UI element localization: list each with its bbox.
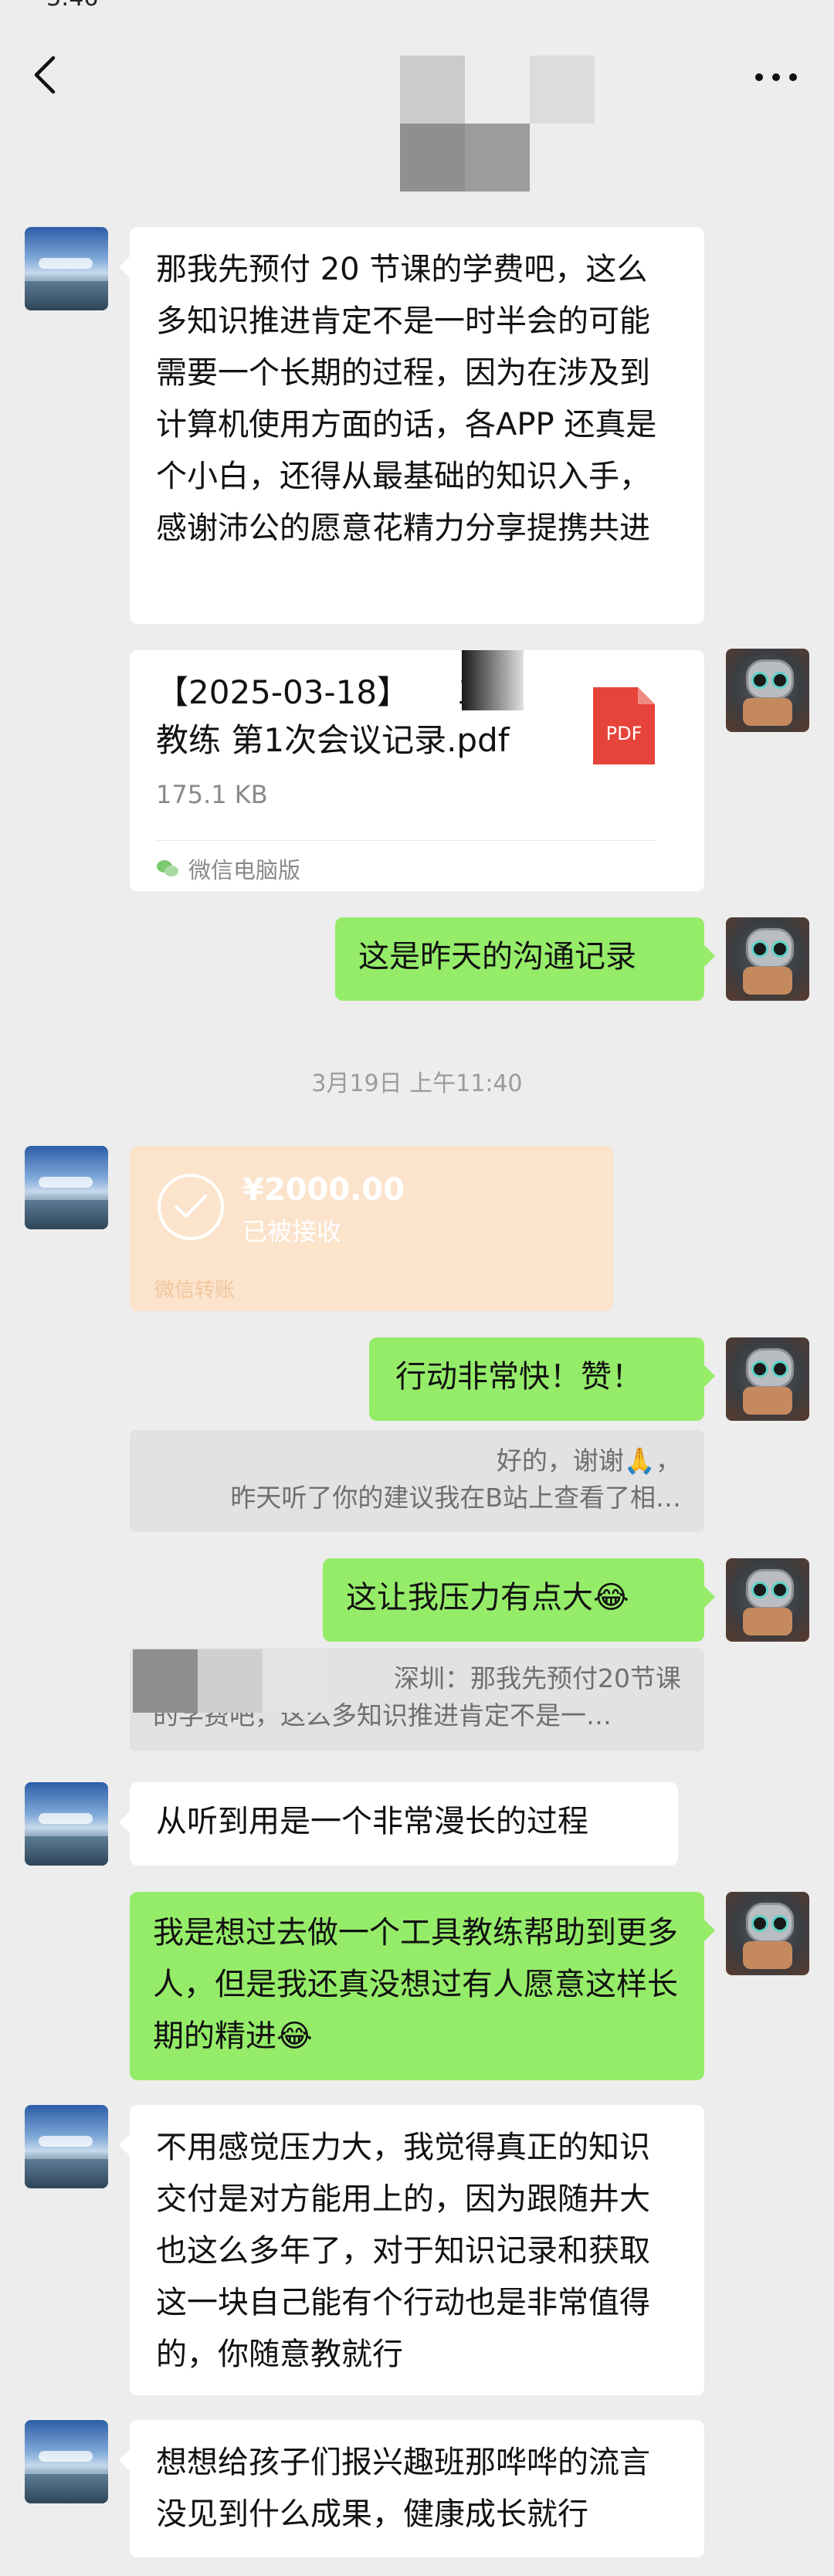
message-bubble-received[interactable]: 想想给孩子们报兴趣班那哗哗的流言没见到什么成果，健康成长就行 <box>119 2420 704 2557</box>
message-bubble-sent[interactable]: 这是昨天的沟通记录 <box>335 917 715 1001</box>
file-source: 微信电脑版 <box>156 852 300 885</box>
time-separator: 3月19日 上午11:40 <box>311 1070 523 1097</box>
message-text: 行动非常快！赞！ <box>395 1359 642 1395</box>
file-source-label: 微信电脑版 <box>188 857 301 883</box>
transfer-card[interactable]: ¥2000.00 已被接收 微信转账 <box>130 1146 613 1311</box>
message-bubble-received[interactable]: 从听到用是一个非常漫长的过程 <box>119 1782 678 1866</box>
avatar-self[interactable] <box>726 1558 809 1642</box>
avatar-contact[interactable] <box>25 2105 108 2188</box>
message-bubble-received[interactable]: 那我先预付 20 节课的学费吧，这么多知识推进肯定不是一时半会的可能需要一个长期… <box>119 227 704 624</box>
avatar-contact[interactable] <box>25 227 108 310</box>
message-text: 那我先预付 20 节课的学费吧，这么多知识推进肯定不是一时半会的可能需要一个长期… <box>156 252 657 546</box>
message-bubble-sent[interactable]: 这让我压力有点大😂 <box>323 1558 715 1642</box>
redaction-patch <box>133 1649 198 1713</box>
more-button[interactable] <box>741 54 811 100</box>
quote-line: 昨天听了你的建议我在B站上查看了相… <box>230 1483 681 1513</box>
status-bar: 3:46 <box>0 0 834 15</box>
message-text: 不用感觉压力大，我觉得真正的知识交付是对方能用上的，因为跟随井大也这么多年了，对… <box>156 2130 650 2372</box>
transfer-status: 已被接收 <box>242 1217 342 1246</box>
pdf-icon-label: PDF <box>606 723 642 744</box>
redaction-patch <box>198 1649 263 1713</box>
transfer-amount: ¥2000.00 <box>242 1172 405 1208</box>
check-circle-icon <box>158 1174 224 1240</box>
file-card-divider <box>156 840 656 841</box>
redaction-patch <box>263 1649 327 1713</box>
message-bubble-sent[interactable]: 我是想过去做一个工具教练帮助到更多人，但是我还真没想过有人愿意这样长期的精进😂 <box>130 1892 715 2080</box>
wechat-icon <box>157 860 178 876</box>
avatar-self[interactable] <box>726 917 809 1001</box>
avatar-self[interactable] <box>726 649 809 732</box>
avatar-contact[interactable] <box>25 2420 108 2503</box>
quoted-message[interactable]: 好的，谢谢🙏， 昨天听了你的建议我在B站上查看了相… <box>130 1430 704 1532</box>
chevron-left-icon <box>34 56 56 94</box>
chat-title-avatar <box>400 56 595 192</box>
more-dots-icon <box>755 73 797 81</box>
file-message-card[interactable]: 【2025-03-18】 工具教练 第1次会议记录.pdf 175.1 KB P… <box>130 650 704 891</box>
file-size: 175.1 KB <box>156 780 268 809</box>
avatar-self[interactable] <box>726 1892 809 1975</box>
back-button[interactable] <box>22 48 68 102</box>
avatar-self[interactable] <box>726 1337 809 1421</box>
message-text: 想想给孩子们报兴趣班那哗哗的流言没见到什么成果，健康成长就行 <box>156 2445 650 2532</box>
message-text: 这让我压力有点大😂 <box>346 1580 629 1615</box>
message-bubble-sent[interactable]: 行动非常快！赞！ <box>369 1337 715 1421</box>
redaction-patch <box>462 650 524 710</box>
message-text: 这是昨天的沟通记录 <box>358 939 636 974</box>
message-text: 从听到用是一个非常漫长的过程 <box>156 1804 588 1839</box>
message-text: 我是想过去做一个工具教练帮助到更多人，但是我还真没想过有人愿意这样长期的精进😂 <box>153 1915 678 2054</box>
quote-line: 好的，谢谢🙏， <box>496 1446 681 1476</box>
transfer-label: 微信转账 <box>154 1279 236 1302</box>
avatar-contact[interactable] <box>25 1146 108 1229</box>
status-time: 3:46 <box>46 0 98 12</box>
pdf-file-icon: PDF <box>593 687 655 764</box>
avatar-contact[interactable] <box>25 1782 108 1866</box>
message-bubble-received[interactable]: 不用感觉压力大，我觉得真正的知识交付是对方能用上的，因为跟随井大也这么多年了，对… <box>119 2105 704 2395</box>
